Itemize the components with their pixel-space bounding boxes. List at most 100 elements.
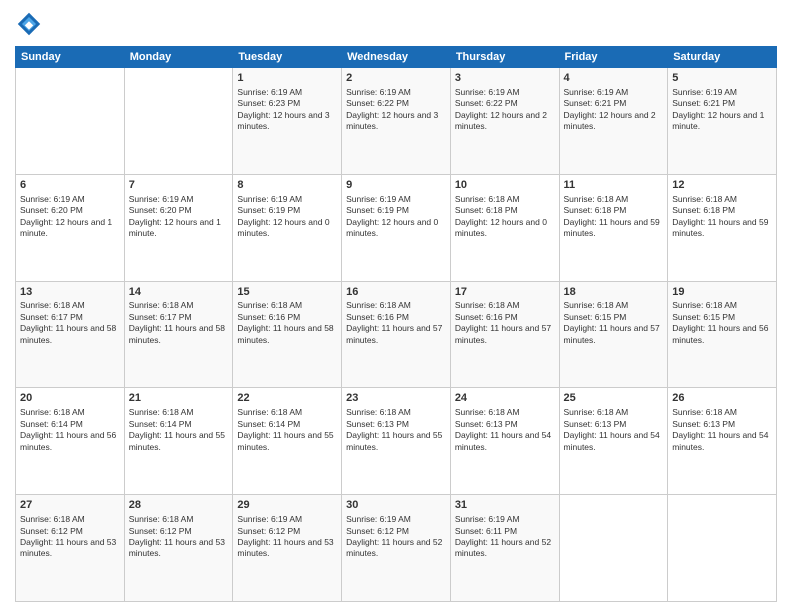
- calendar-cell: [559, 495, 668, 602]
- day-number: 15: [237, 285, 337, 300]
- day-info: Sunrise: 6:18 AM Sunset: 6:15 PM Dayligh…: [564, 300, 664, 346]
- calendar-cell: 13Sunrise: 6:18 AM Sunset: 6:17 PM Dayli…: [16, 281, 125, 388]
- calendar-cell: 27Sunrise: 6:18 AM Sunset: 6:12 PM Dayli…: [16, 495, 125, 602]
- day-info: Sunrise: 6:19 AM Sunset: 6:22 PM Dayligh…: [346, 87, 446, 133]
- calendar-cell: [668, 495, 777, 602]
- calendar-week-4: 20 Sunrise: 6:18 AM Sunset: 6:14 PM Dayli…: [16, 388, 777, 495]
- day-number: 24: [455, 391, 555, 406]
- day-info: Sunrise: 6:18 AM Sunset: 6:13 PM Dayligh…: [672, 407, 772, 453]
- day-info: Sunrise: 6:18 AM Sunset: 6:18 PM Dayligh…: [672, 194, 772, 240]
- logo-icon: [15, 10, 43, 38]
- day-info: Sunrise: 6:18 AM Sunset: 6:13 PM Dayligh…: [346, 407, 446, 453]
- calendar-week-1: 1Sunrise: 6:19 AM Sunset: 6:23 PM Daylig…: [16, 68, 777, 175]
- day-number: 21: [129, 391, 229, 406]
- calendar-cell: [16, 68, 125, 175]
- day-number: 13: [20, 285, 120, 300]
- day-info: Sunrise: 6:18 AM Sunset: 6:14 PM Dayligh…: [237, 407, 337, 453]
- weekday-saturday: Saturday: [668, 47, 777, 68]
- calendar-cell: 31Sunrise: 6:19 AM Sunset: 6:11 PM Dayli…: [450, 495, 559, 602]
- day-info: Sunrise: 6:18 AM Sunset: 6:18 PM Dayligh…: [564, 194, 664, 240]
- calendar-cell: 2Sunrise: 6:19 AM Sunset: 6:22 PM Daylig…: [342, 68, 451, 175]
- calendar-cell: 3Sunrise: 6:19 AM Sunset: 6:22 PM Daylig…: [450, 68, 559, 175]
- day-number: 1: [237, 71, 337, 86]
- day-number: 9: [346, 178, 446, 193]
- day-info: Sunrise: 6:18 AM Sunset: 6:18 PM Dayligh…: [455, 194, 555, 240]
- day-number: 11: [564, 178, 664, 193]
- day-info: Sunrise: 6:18 AM Sunset: 6:13 PM Dayligh…: [564, 407, 664, 453]
- day-number: 12: [672, 178, 772, 193]
- calendar-cell: 9Sunrise: 6:19 AM Sunset: 6:19 PM Daylig…: [342, 174, 451, 281]
- calendar-cell: 14Sunrise: 6:18 AM Sunset: 6:17 PM Dayli…: [124, 281, 233, 388]
- calendar-cell: 16Sunrise: 6:18 AM Sunset: 6:16 PM Dayli…: [342, 281, 451, 388]
- day-info: Sunrise: 6:19 AM Sunset: 6:20 PM Dayligh…: [129, 194, 229, 240]
- calendar-cell: 23Sunrise: 6:18 AM Sunset: 6:13 PM Dayli…: [342, 388, 451, 495]
- calendar-cell: 25Sunrise: 6:18 AM Sunset: 6:13 PM Dayli…: [559, 388, 668, 495]
- weekday-wednesday: Wednesday: [342, 47, 451, 68]
- calendar-cell: [124, 68, 233, 175]
- day-number: 2: [346, 71, 446, 86]
- day-info: Sunrise: 6:18 AM Sunset: 6:13 PM Dayligh…: [455, 407, 555, 453]
- weekday-sunday: Sunday: [16, 47, 125, 68]
- day-number: 30: [346, 498, 446, 513]
- weekday-tuesday: Tuesday: [233, 47, 342, 68]
- calendar-cell: 22Sunrise: 6:18 AM Sunset: 6:14 PM Dayli…: [233, 388, 342, 495]
- day-number: 25: [564, 391, 664, 406]
- day-info: Sunrise: 6:19 AM Sunset: 6:22 PM Dayligh…: [455, 87, 555, 133]
- calendar-cell: 20Sunrise: 6:18 AM Sunset: 6:14 PM Dayli…: [16, 388, 125, 495]
- calendar-cell: 24Sunrise: 6:18 AM Sunset: 6:13 PM Dayli…: [450, 388, 559, 495]
- logo: [15, 10, 47, 38]
- calendar-week-5: 27Sunrise: 6:18 AM Sunset: 6:12 PM Dayli…: [16, 495, 777, 602]
- calendar-table: SundayMondayTuesdayWednesdayThursdayFrid…: [15, 46, 777, 602]
- calendar-cell: 11Sunrise: 6:18 AM Sunset: 6:18 PM Dayli…: [559, 174, 668, 281]
- day-info: Sunrise: 6:19 AM Sunset: 6:12 PM Dayligh…: [237, 514, 337, 560]
- day-info: Sunrise: 6:18 AM Sunset: 6:16 PM Dayligh…: [455, 300, 555, 346]
- calendar-cell: 7Sunrise: 6:19 AM Sunset: 6:20 PM Daylig…: [124, 174, 233, 281]
- day-info: Sunrise: 6:18 AM Sunset: 6:12 PM Dayligh…: [20, 514, 120, 560]
- day-info: Sunrise: 6:19 AM Sunset: 6:11 PM Dayligh…: [455, 514, 555, 560]
- day-number: 31: [455, 498, 555, 513]
- day-number: 14: [129, 285, 229, 300]
- calendar-cell: 19Sunrise: 6:18 AM Sunset: 6:15 PM Dayli…: [668, 281, 777, 388]
- day-info: Sunrise: 6:18 AM Sunset: 6:14 PM Dayligh…: [129, 407, 229, 453]
- calendar-cell: 28Sunrise: 6:18 AM Sunset: 6:12 PM Dayli…: [124, 495, 233, 602]
- day-info: Sunrise: 6:19 AM Sunset: 6:19 PM Dayligh…: [237, 194, 337, 240]
- day-info: Sunrise: 6:19 AM Sunset: 6:21 PM Dayligh…: [672, 87, 772, 133]
- day-info: Sunrise: 6:19 AM Sunset: 6:21 PM Dayligh…: [564, 87, 664, 133]
- calendar-cell: 18Sunrise: 6:18 AM Sunset: 6:15 PM Dayli…: [559, 281, 668, 388]
- day-number: 5: [672, 71, 772, 86]
- calendar-cell: 15Sunrise: 6:18 AM Sunset: 6:16 PM Dayli…: [233, 281, 342, 388]
- day-info: Sunrise: 6:19 AM Sunset: 6:12 PM Dayligh…: [346, 514, 446, 560]
- day-info: Sunrise: 6:18 AM Sunset: 6:15 PM Dayligh…: [672, 300, 772, 346]
- calendar-cell: 4Sunrise: 6:19 AM Sunset: 6:21 PM Daylig…: [559, 68, 668, 175]
- day-number: 16: [346, 285, 446, 300]
- calendar-cell: 21Sunrise: 6:18 AM Sunset: 6:14 PM Dayli…: [124, 388, 233, 495]
- calendar-cell: 12Sunrise: 6:18 AM Sunset: 6:18 PM Dayli…: [668, 174, 777, 281]
- day-info: Sunrise: 6:19 AM Sunset: 6:20 PM Dayligh…: [20, 194, 120, 240]
- day-number: 23: [346, 391, 446, 406]
- weekday-header-row: SundayMondayTuesdayWednesdayThursdayFrid…: [16, 47, 777, 68]
- day-number: 10: [455, 178, 555, 193]
- day-info: Sunrise: 6:19 AM Sunset: 6:23 PM Dayligh…: [237, 87, 337, 133]
- calendar-cell: 8Sunrise: 6:19 AM Sunset: 6:19 PM Daylig…: [233, 174, 342, 281]
- day-number: 20: [20, 391, 120, 406]
- calendar-cell: 29Sunrise: 6:19 AM Sunset: 6:12 PM Dayli…: [233, 495, 342, 602]
- calendar-cell: 17Sunrise: 6:18 AM Sunset: 6:16 PM Dayli…: [450, 281, 559, 388]
- day-info: Sunrise: 6:18 AM Sunset: 6:16 PM Dayligh…: [237, 300, 337, 346]
- calendar-week-3: 13Sunrise: 6:18 AM Sunset: 6:17 PM Dayli…: [16, 281, 777, 388]
- day-info: Sunrise: 6:18 AM Sunset: 6:16 PM Dayligh…: [346, 300, 446, 346]
- calendar-cell: 6Sunrise: 6:19 AM Sunset: 6:20 PM Daylig…: [16, 174, 125, 281]
- weekday-friday: Friday: [559, 47, 668, 68]
- calendar-cell: 26Sunrise: 6:18 AM Sunset: 6:13 PM Dayli…: [668, 388, 777, 495]
- day-number: 19: [672, 285, 772, 300]
- day-number: 17: [455, 285, 555, 300]
- day-number: 28: [129, 498, 229, 513]
- day-number: 4: [564, 71, 664, 86]
- calendar-cell: 10Sunrise: 6:18 AM Sunset: 6:18 PM Dayli…: [450, 174, 559, 281]
- day-number: 22: [237, 391, 337, 406]
- calendar-week-2: 6Sunrise: 6:19 AM Sunset: 6:20 PM Daylig…: [16, 174, 777, 281]
- day-number: 8: [237, 178, 337, 193]
- day-info: Sunrise: 6:19 AM Sunset: 6:19 PM Dayligh…: [346, 194, 446, 240]
- day-number: 27: [20, 498, 120, 513]
- calendar-cell: 1Sunrise: 6:19 AM Sunset: 6:23 PM Daylig…: [233, 68, 342, 175]
- weekday-monday: Monday: [124, 47, 233, 68]
